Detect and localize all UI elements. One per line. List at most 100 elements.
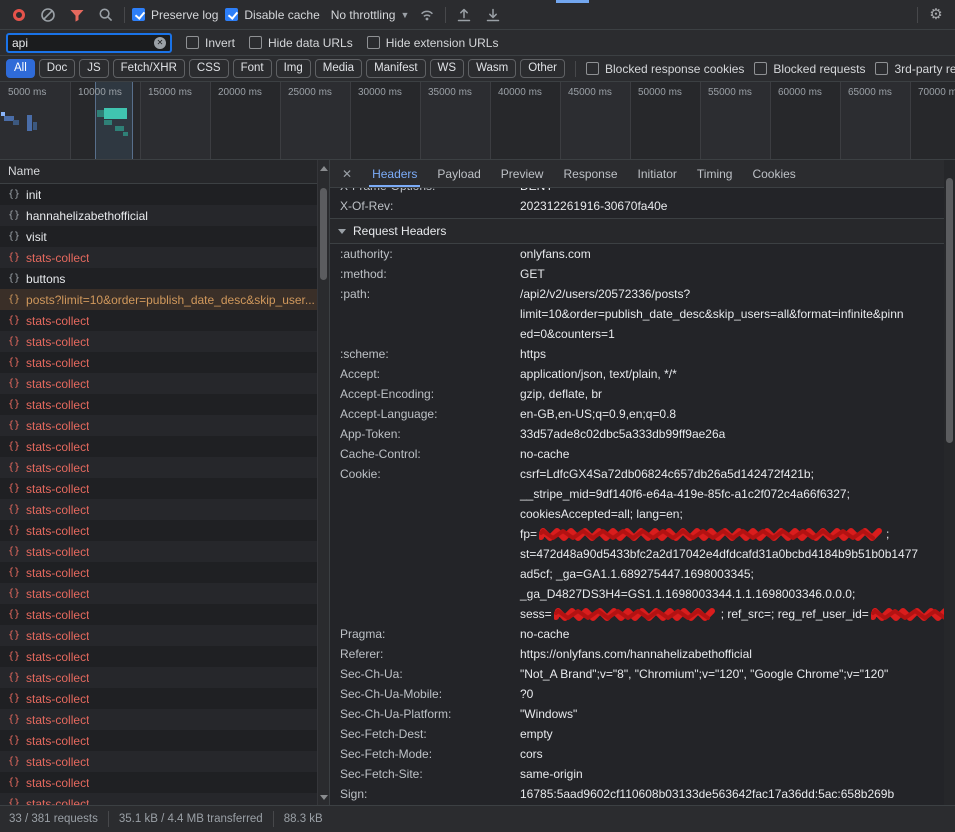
request-row[interactable]: {}hannahelizabethofficial <box>0 205 329 226</box>
blocked-requests-checkbox[interactable] <box>754 62 767 75</box>
disable-cache-checkbox[interactable] <box>225 8 238 21</box>
preserve-log-toggle[interactable]: Preserve log <box>132 8 218 22</box>
request-name: stats-collect <box>26 440 89 454</box>
third-party-requests-toggle[interactable]: 3rd-party requests <box>875 62 955 76</box>
request-row[interactable]: {}stats-collect <box>0 688 329 709</box>
tab-timing[interactable]: Timing <box>687 160 743 187</box>
blocked-requests-toggle[interactable]: Blocked requests <box>754 62 865 76</box>
tab-response[interactable]: Response <box>553 160 627 187</box>
request-row[interactable]: {}stats-collect <box>0 310 329 331</box>
type-filter-manifest[interactable]: Manifest <box>366 59 425 78</box>
hide-data-urls-toggle[interactable]: Hide data URLs <box>249 36 353 50</box>
tab-cookies[interactable]: Cookies <box>742 160 805 187</box>
request-row[interactable]: {}stats-collect <box>0 415 329 436</box>
request-row[interactable]: {}stats-collect <box>0 520 329 541</box>
clear-filter-icon[interactable]: ✕ <box>154 37 166 49</box>
request-row[interactable]: {}stats-collect <box>0 604 329 625</box>
tab-headers[interactable]: Headers <box>362 160 427 187</box>
request-row[interactable]: {}stats-collect <box>0 562 329 583</box>
request-row[interactable]: {}stats-collect <box>0 730 329 751</box>
request-row[interactable]: {}posts?limit=10&order=publish_date_desc… <box>0 289 329 310</box>
type-filter-css[interactable]: CSS <box>189 59 229 78</box>
waterfall-bar <box>104 108 127 119</box>
header-value-line: "Windows" <box>520 704 944 724</box>
filter-input[interactable] <box>12 36 142 50</box>
tab-initiator[interactable]: Initiator <box>628 160 687 187</box>
type-filter-media[interactable]: Media <box>315 59 362 78</box>
throttling-dropdown[interactable]: No throttling ▼ <box>331 8 410 22</box>
redaction-scribble <box>554 608 719 621</box>
tab-payload[interactable]: Payload <box>427 160 490 187</box>
tab-preview[interactable]: Preview <box>491 160 554 187</box>
request-row[interactable]: {}stats-collect <box>0 352 329 373</box>
request-row[interactable]: {}stats-collect <box>0 793 329 805</box>
scroll-down-arrow[interactable] <box>318 791 329 803</box>
waterfall-bar <box>13 120 19 125</box>
request-row[interactable]: {}visit <box>0 226 329 247</box>
request-row[interactable]: {}stats-collect <box>0 667 329 688</box>
request-row[interactable]: {}stats-collect <box>0 751 329 772</box>
type-filter-all[interactable]: All <box>6 59 35 78</box>
scroll-up-arrow[interactable] <box>318 162 329 174</box>
request-list-scrollbar-thumb[interactable] <box>320 188 327 280</box>
request-row[interactable]: {}stats-collect <box>0 478 329 499</box>
blocked-response-cookies-toggle[interactable]: Blocked response cookies <box>586 62 744 76</box>
request-row[interactable]: {}init <box>0 184 329 205</box>
request-row[interactable]: {}stats-collect <box>0 247 329 268</box>
request-row[interactable]: {}stats-collect <box>0 436 329 457</box>
header-value-text: st=472d48a90d5433bfc2a2d17042e4dfdcafd31… <box>520 544 918 564</box>
export-har-button[interactable] <box>482 5 504 25</box>
hide-data-urls-checkbox[interactable] <box>249 36 262 49</box>
record-button[interactable] <box>8 5 30 25</box>
request-row[interactable]: {}stats-collect <box>0 394 329 415</box>
type-filter-font[interactable]: Font <box>233 59 272 78</box>
request-row[interactable]: {}stats-collect <box>0 541 329 562</box>
close-details-icon[interactable]: ✕ <box>332 160 362 187</box>
timeline-overview[interactable]: 5000 ms10000 ms15000 ms20000 ms25000 ms3… <box>0 82 955 160</box>
clear-button[interactable] <box>37 5 59 25</box>
request-row[interactable]: {}stats-collect <box>0 625 329 646</box>
invert-checkbox[interactable] <box>186 36 199 49</box>
blocked-response-cookies-checkbox[interactable] <box>586 62 599 75</box>
search-button[interactable] <box>95 5 117 25</box>
name-column-header[interactable]: Name <box>0 160 329 184</box>
request-row[interactable]: {}stats-collect <box>0 457 329 478</box>
network-conditions-button[interactable] <box>416 5 438 25</box>
settings-button[interactable]: ⚙ <box>925 5 947 25</box>
type-filter-img[interactable]: Img <box>276 59 311 78</box>
type-filter-doc[interactable]: Doc <box>39 59 75 78</box>
network-conditions-icon <box>419 7 435 23</box>
request-list-scrollbar[interactable] <box>317 160 329 805</box>
request-row[interactable]: {}stats-collect <box>0 331 329 352</box>
hide-extension-urls-checkbox[interactable] <box>367 36 380 49</box>
hide-extension-urls-toggle[interactable]: Hide extension URLs <box>367 36 499 50</box>
type-filter-ws[interactable]: WS <box>430 59 465 78</box>
fetch-xhr-icon: {} <box>8 336 20 347</box>
header-name: Sec-Ch-Ua-Platform: <box>330 704 520 724</box>
request-row[interactable]: {}stats-collect <box>0 583 329 604</box>
import-har-button[interactable] <box>453 5 475 25</box>
type-filter-wasm[interactable]: Wasm <box>468 59 516 78</box>
timeline-tick-label: 30000 ms <box>358 87 402 98</box>
third-party-requests-checkbox[interactable] <box>875 62 888 75</box>
details-scrollbar[interactable] <box>944 160 955 805</box>
filter-toggle-button[interactable] <box>66 5 88 25</box>
disable-cache-toggle[interactable]: Disable cache <box>225 8 319 22</box>
type-filter-other[interactable]: Other <box>520 59 565 78</box>
request-row[interactable]: {}stats-collect <box>0 772 329 793</box>
invert-filter-toggle[interactable]: Invert <box>186 36 235 50</box>
request-row[interactable]: {}stats-collect <box>0 646 329 667</box>
request-row[interactable]: {}stats-collect <box>0 373 329 394</box>
header-value: gzip, deflate, br <box>520 384 944 404</box>
request-row[interactable]: {}stats-collect <box>0 709 329 730</box>
header-value-text: onlyfans.com <box>520 244 591 264</box>
header-value-line: en-GB,en-US;q=0.9,en;q=0.8 <box>520 404 944 424</box>
details-scrollbar-thumb[interactable] <box>946 178 953 443</box>
request-row[interactable]: {}buttons <box>0 268 329 289</box>
type-filter-fetch-xhr[interactable]: Fetch/XHR <box>113 59 185 78</box>
type-filter-js[interactable]: JS <box>79 59 108 78</box>
preserve-log-checkbox[interactable] <box>132 8 145 21</box>
request-headers-section-header[interactable]: Request Headers <box>330 218 944 244</box>
header-value: DENY <box>520 188 553 196</box>
request-row[interactable]: {}stats-collect <box>0 499 329 520</box>
